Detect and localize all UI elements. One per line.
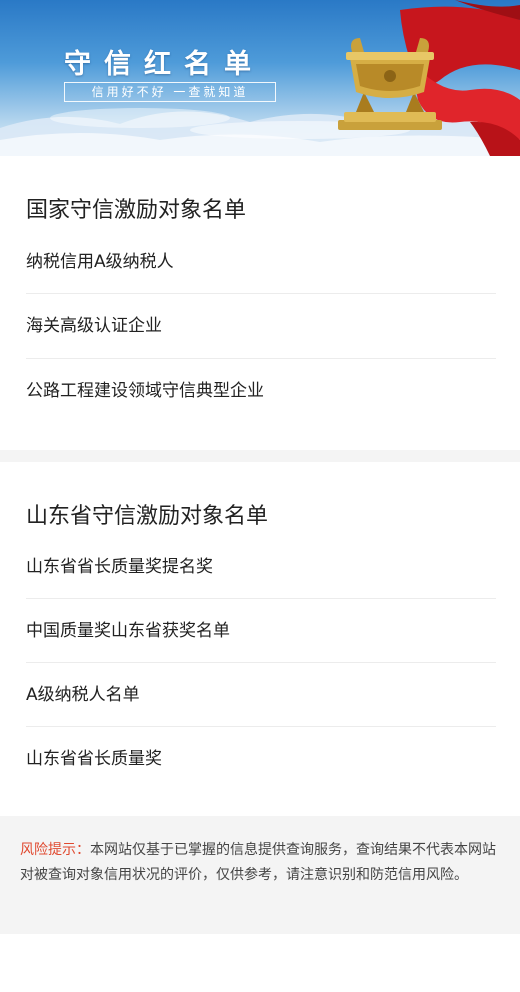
- list-item-shandong-3[interactable]: A级纳税人名单: [26, 663, 496, 727]
- header-banner: 守信红名单 信用好不好 一查就知道: [0, 0, 520, 156]
- list-item-shandong-4[interactable]: 山东省省长质量奖: [26, 727, 496, 791]
- list-item-shandong-1[interactable]: 山东省省长质量奖提名奖: [26, 535, 496, 599]
- national-section-title: 国家守信激励对象名单: [26, 198, 247, 223]
- banner-slogan: 信用好不好 一查就知道: [64, 82, 276, 102]
- shandong-list-section: 山东省守信激励对象名单 山东省省长质量奖提名奖 中国质量奖山东省获奖名单 A级纳…: [0, 462, 520, 816]
- risk-notice: 风险提示：本网站仅基于已掌握的信息提供查询服务，查询结果不代表本网站对被查询对象…: [0, 816, 520, 934]
- risk-notice-text: 风险提示：本网站仅基于已掌握的信息提供查询服务，查询结果不代表本网站对被查询对象…: [20, 838, 498, 888]
- list-item-shandong-2[interactable]: 中国质量奖山东省获奖名单: [26, 599, 496, 663]
- list-item-national-3[interactable]: 公路工程建设领域守信典型企业: [26, 359, 496, 423]
- shandong-section-title: 山东省守信激励对象名单: [26, 504, 269, 529]
- risk-notice-body: 本网站仅基于已掌握的信息提供查询服务，查询结果不代表本网站对被查询对象信用状况的…: [20, 842, 496, 883]
- national-list-section: 国家守信激励对象名单 纳税信用A级纳税人 海关高级认证企业 公路工程建设领域守信…: [0, 156, 520, 450]
- risk-notice-label: 风险提示：: [20, 842, 90, 858]
- banner-title: 守信红名单: [64, 49, 264, 80]
- list-item-national-2[interactable]: 海关高级认证企业: [26, 294, 496, 358]
- list-item-national-1[interactable]: 纳税信用A级纳税人: [26, 230, 496, 294]
- section-gap: [0, 450, 520, 462]
